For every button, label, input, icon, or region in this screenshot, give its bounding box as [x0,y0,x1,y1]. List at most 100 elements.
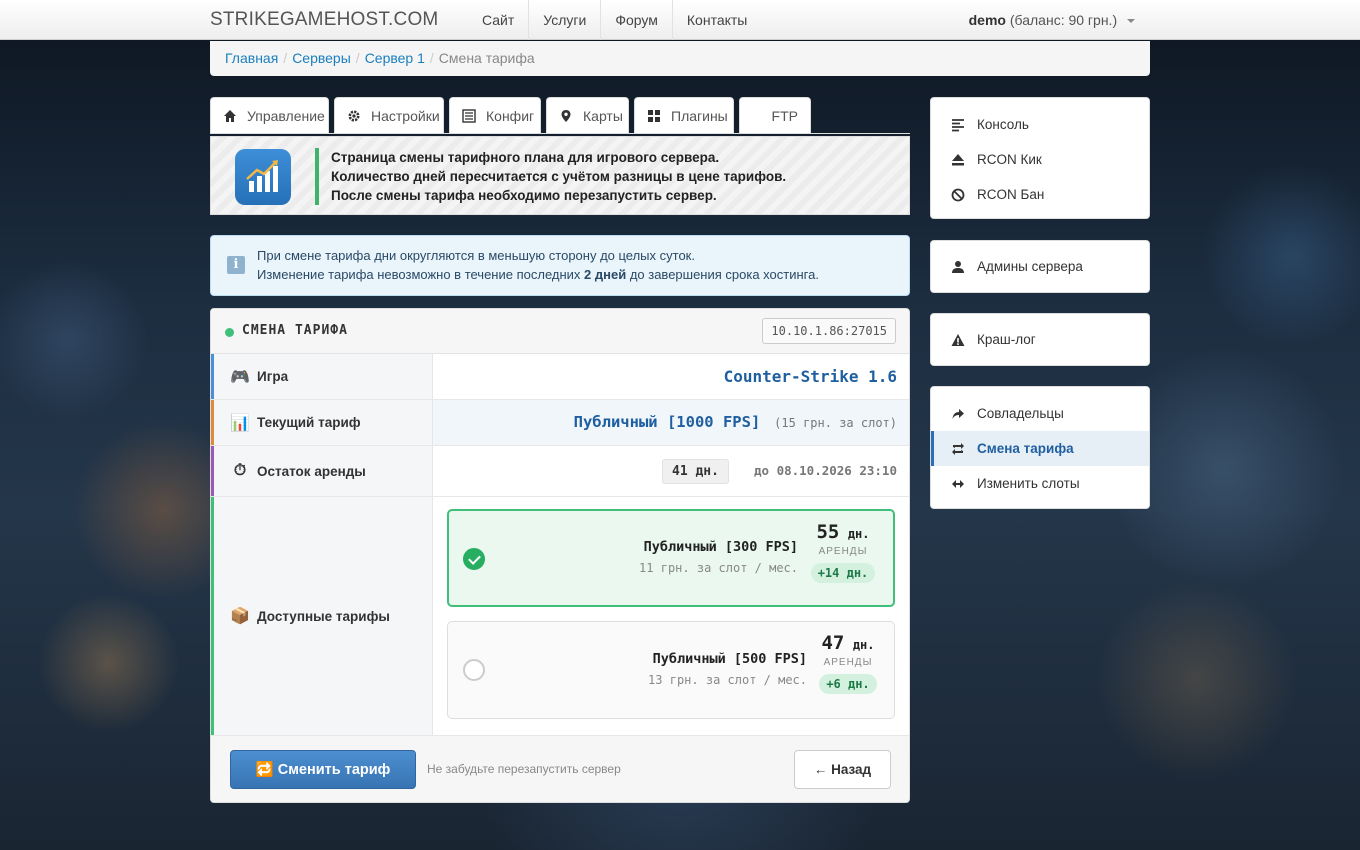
sidebar-item-rcon-kick[interactable]: RCON Кик [931,142,1149,177]
tab-label: Управление [247,107,325,124]
breadcrumb-server[interactable]: Сервер 1 [365,50,425,66]
back-button[interactable]: ← Назад [794,750,891,789]
tab-label: Карты [583,107,623,124]
resize-icon [951,477,965,491]
caret-down-icon [1127,19,1135,24]
sidebar-item-admins[interactable]: Админы сервера [931,249,1149,284]
tab-settings[interactable]: Настройки [334,97,444,133]
tab-maps[interactable]: Карты [546,97,629,133]
grid-icon [647,109,661,123]
sidebar-item-crashlog[interactable]: Краш-лог [931,322,1149,357]
intro-line: После смены тарифа необходимо перезапуст… [331,188,717,203]
info-highlight: 2 дней [584,267,627,282]
info-line: Изменение тарифа невозможно в течение по… [257,265,909,284]
nav-link-forum[interactable]: Форум [600,0,672,40]
remaining-until: до 08.10.2026 23:10 [754,463,897,478]
remaining-days-badge: 41 дн. [662,459,729,484]
breadcrumb-home[interactable]: Главная [225,50,278,66]
eject-icon [951,153,965,167]
tab-config[interactable]: Конфиг [449,97,541,133]
top-navbar: STRIKEGAMEHOST.COM Сайт Услуги Форум Кон… [0,0,1360,40]
tariff-days-unit: дн. [852,638,875,652]
tab-management[interactable]: Управление [210,97,329,133]
tariff-days: 47 [821,632,845,654]
tab-label: Плагины [671,107,728,124]
breadcrumb: Главная / Серверы / Сервер 1/Смена тарифа [210,41,1150,76]
package-icon: 📦 [230,608,250,625]
info-icon: i [227,256,245,274]
sidebar-item-label: Смена тарифа [977,441,1074,456]
tab-label: FTP [771,107,798,124]
sidebar-group-admins: Админы сервера [930,240,1150,293]
breadcrumb-current: Смена тарифа [438,50,535,66]
chart-up-icon [235,149,291,205]
sidebar-item-rcon-ban[interactable]: RCON Бан [931,177,1149,212]
list-icon [462,108,476,123]
tab-plugins[interactable]: Плагины [634,97,734,133]
share-icon [951,407,965,421]
bar-chart-icon: 📊 [230,414,250,432]
tariff-delta-badge: +14 дн. [810,563,876,583]
user-balance: (баланс: 90 грн.) [1009,12,1118,28]
nav-link-contacts[interactable]: Контакты [671,0,761,40]
brand-logo[interactable]: STRIKEGAMEHOST.COM [210,9,438,31]
tariff-name: Публичный [300 FPS] [643,539,798,555]
tab-ftp[interactable]: FTP [739,97,811,133]
warning-icon [951,333,965,347]
retweet-icon [951,442,965,456]
current-tariff-row: 📊 Текущий тариф Публичный [1000 FPS] (15 … [211,400,909,446]
radio-unchecked-icon[interactable] [463,659,485,681]
sidebar-item-label: Совладельцы [977,406,1064,421]
breadcrumb-servers[interactable]: Серверы [292,50,351,66]
sidebar-group-rcon: Консоль RCON Кик RCON Бан [930,97,1150,219]
sidebar-item-console[interactable]: Консоль [931,107,1149,142]
intro-text: Страница смены тарифного плана для игров… [315,148,786,205]
tab-label: Конфиг [486,107,535,124]
breadcrumb-separator: / [355,50,360,66]
sidebar-item-change-slots[interactable]: Изменить слоты [931,466,1149,501]
tariff-name: Публичный [500 FPS] [652,651,807,667]
gamepad-icon: 🎮 [230,368,250,386]
console-icon [951,118,965,132]
user-menu[interactable]: demo (баланс: 90 грн.) [969,12,1135,28]
info-text: до завершения срока хостинга. [626,267,819,282]
info-text: Изменение тарифа невозможно в течение по… [257,267,585,282]
main-nav: Сайт Услуги Форум Контакты [468,0,761,40]
tariff-price: 11 грн. за слот / мес. [639,561,798,575]
current-tariff-price: (15 грн. за слот) [774,416,897,430]
info-line: При смене тарифа дни округляются в меньш… [257,248,695,263]
panel-title: СМЕНА ТАРИФА [242,323,348,338]
game-value: Counter-Strike 1.6 [723,367,897,386]
tariff-days: 55 [816,521,840,543]
home-icon [223,109,237,123]
tariff-option-300fps[interactable]: Публичный [300 FPS] 11 грн. за слот / ме… [447,509,895,607]
stopwatch-icon: ⏱ [233,462,247,479]
sidebar-group-management: Совладельцы Смена тарифа Изменить слоты [930,386,1150,509]
nav-link-services[interactable]: Услуги [528,0,600,40]
breadcrumb-separator: / [429,50,434,66]
available-tariffs-row: 📦 Доступные тарифы Публичный [300 FPS] 11… [211,497,909,736]
sidebar-group-crashlog: Краш-лог [930,313,1150,366]
ftp-icon [752,109,762,123]
server-tabs: Управление Настройки Конфиг Карты Плагин… [210,97,910,134]
tariff-option-500fps[interactable]: Публичный [500 FPS] 13 грн. за слот / ме… [447,621,895,719]
sidebar-item-label: Консоль [977,117,1029,132]
map-marker-icon [559,109,573,123]
tariff-delta-badge: +6 дн. [819,674,877,694]
sidebar-item-label: Краш-лог [977,332,1036,347]
nav-link-site[interactable]: Сайт [468,0,528,40]
sidebar-item-change-tariff[interactable]: Смена тарифа [931,431,1149,466]
sidebar-item-label: RCON Кик [977,152,1042,167]
remaining-label: ⏱ Остаток аренды [211,446,433,496]
sidebar-item-label: RCON Бан [977,187,1045,202]
remaining-row: ⏱ Остаток аренды 41 дн. до 08.10.2026 23:… [211,446,909,497]
change-tariff-panel: СМЕНА ТАРИФА 10.10.1.86:27015 🎮 Игра Coun… [210,308,910,803]
sidebar-item-coowners[interactable]: Совладельцы [931,396,1149,431]
panel-header: СМЕНА ТАРИФА 10.10.1.86:27015 [211,309,909,354]
ban-icon [951,188,965,202]
radio-checked-icon[interactable] [463,548,485,570]
gear-icon [347,109,361,123]
game-row: 🎮 Игра Counter-Strike 1.6 [211,354,909,400]
user-icon [951,260,965,274]
change-tariff-button[interactable]: 🔁 Сменить тариф [230,750,416,789]
